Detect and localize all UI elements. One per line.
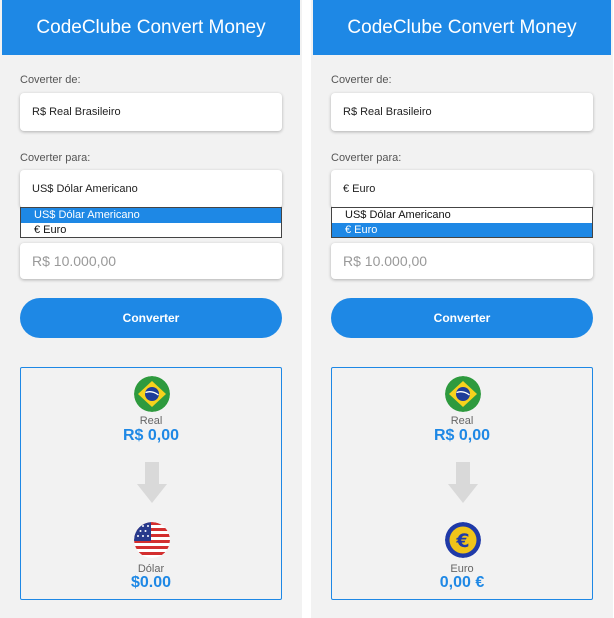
usa-flag-icon [134,522,170,558]
to-label: Coverter para: [331,152,402,164]
to-amount: $0.00 [130,574,172,591]
result-card: Real R$ 0,00 Dólar $0.00 [20,367,282,600]
from-currency-value: R$ Real Brasileiro [32,106,121,118]
convert-button[interactable]: Converter [331,298,593,338]
convert-button-label: Converter [433,311,491,325]
from-amount: R$ 0,00 [122,427,180,444]
result-card: Real R$ 0,00 € Euro 0,00 € [331,367,593,600]
to-label: Coverter para: [20,152,91,164]
amount-placeholder: R$ 10.000,00 [343,253,428,269]
amount-input[interactable]: R$ 10.000,00 [331,243,593,279]
euro-flag-icon: € [445,522,481,558]
from-currency-name: Real [139,415,163,427]
from-amount: R$ 0,00 [433,427,491,444]
convert-button-label: Converter [122,311,180,325]
option-euro[interactable]: € Euro [21,223,281,238]
to-currency-select[interactable]: US$ Dólar Americano [20,170,282,208]
to-currency-select[interactable]: € Euro [331,170,593,208]
to-currency-value: € Euro [343,183,376,195]
to-currency-options: US$ Dólar Americano € Euro [20,207,282,238]
converter-panel-euro: CodeClube Convert Money Coverter de: R$ … [311,0,613,618]
app-title: CodeClube Convert Money [36,16,266,38]
converter-panel-dollar: CodeClube Convert Money Coverter de: R$ … [0,0,302,618]
convert-button[interactable]: Converter [20,298,282,338]
brazil-flag-icon [445,376,481,412]
from-label: Coverter de: [331,74,392,86]
to-amount: 0,00 € [439,574,485,591]
amount-placeholder: R$ 10.000,00 [32,253,117,269]
from-currency-name: Real [450,415,474,427]
from-currency-select[interactable]: R$ Real Brasileiro [20,93,282,131]
arrow-down-icon [448,462,478,504]
app-title: CodeClube Convert Money [347,16,577,38]
amount-input[interactable]: R$ 10.000,00 [20,243,282,279]
app-header: CodeClube Convert Money [313,0,611,55]
arrow-down-icon [137,462,167,504]
to-currency-value: US$ Dólar Americano [32,183,138,195]
from-currency-select[interactable]: R$ Real Brasileiro [331,93,593,131]
brazil-flag-icon [134,376,170,412]
app-header: CodeClube Convert Money [2,0,300,55]
from-label: Coverter de: [20,74,81,86]
svg-text:€: € [455,530,469,552]
from-currency-value: R$ Real Brasileiro [343,106,432,118]
option-dollar[interactable]: US$ Dólar Americano [21,208,281,223]
option-dollar[interactable]: US$ Dólar Americano [332,208,592,223]
option-euro[interactable]: € Euro [332,222,592,237]
to-currency-options: US$ Dólar Americano € Euro [331,207,593,238]
